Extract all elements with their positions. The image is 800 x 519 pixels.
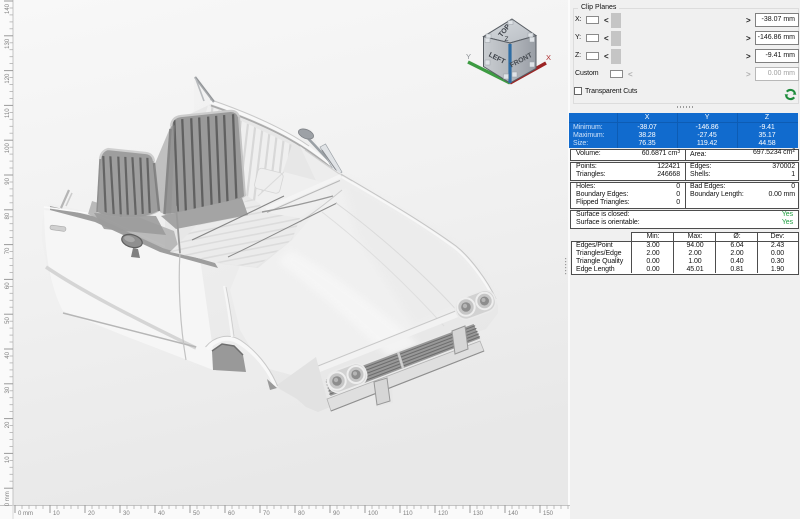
svg-text:140: 140	[508, 511, 519, 517]
svg-text:20: 20	[88, 511, 95, 517]
svg-text:150: 150	[543, 511, 554, 517]
svg-text:10: 10	[5, 456, 11, 463]
svg-text:110: 110	[403, 511, 413, 517]
svg-text:30: 30	[5, 386, 11, 393]
svg-text:50: 50	[193, 511, 200, 517]
svg-text:130: 130	[473, 511, 484, 517]
svg-text:90: 90	[5, 177, 11, 184]
svg-text:120: 120	[438, 511, 449, 517]
svg-text:90: 90	[333, 511, 340, 517]
svg-text:100: 100	[5, 143, 11, 154]
svg-text:30: 30	[123, 511, 130, 517]
svg-text:130: 130	[5, 38, 11, 49]
svg-text:40: 40	[5, 351, 11, 358]
svg-text:60: 60	[5, 282, 11, 289]
svg-text:50: 50	[5, 317, 11, 324]
svg-text:Y: Y	[466, 52, 471, 61]
svg-text:20: 20	[5, 421, 11, 428]
svg-text:Z: Z	[505, 36, 509, 43]
svg-text:40: 40	[158, 511, 165, 517]
svg-text:110: 110	[5, 108, 11, 118]
svg-text:10: 10	[53, 511, 60, 517]
svg-text:140: 140	[5, 3, 11, 14]
svg-text:0 mm: 0 mm	[5, 491, 11, 506]
svg-text:80: 80	[5, 212, 11, 219]
svg-text:X: X	[546, 53, 551, 62]
svg-text:80: 80	[298, 511, 305, 517]
svg-text:70: 70	[263, 511, 270, 517]
svg-text:0 mm: 0 mm	[18, 511, 33, 517]
svg-text:100: 100	[368, 511, 379, 517]
svg-text:60: 60	[228, 511, 235, 517]
svg-text:120: 120	[5, 73, 11, 84]
svg-text:70: 70	[5, 247, 11, 254]
